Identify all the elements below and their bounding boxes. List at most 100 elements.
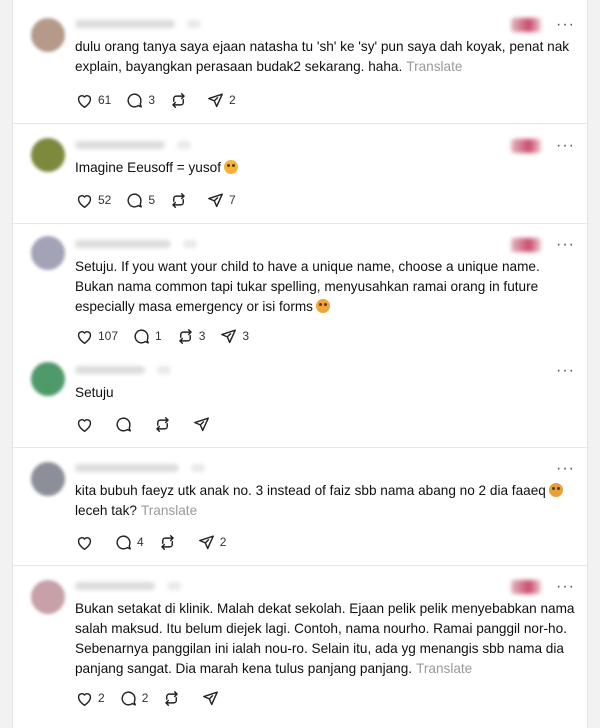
post-text: dulu orang tanya saya ejaan natasha tu '… (75, 37, 575, 77)
grimacing-emoji-icon (315, 299, 330, 313)
action-bar: 61 3 2 (75, 90, 250, 110)
post-body-tail: leceh tak? (75, 503, 137, 518)
heart-icon (77, 94, 92, 108)
more-options-icon[interactable]: ··· (556, 363, 575, 379)
repost-icon (178, 328, 192, 344)
like-button[interactable]: 107 (75, 327, 118, 346)
heart-icon (77, 330, 92, 344)
post-body: dulu orang tanya saya ejaan natasha tu '… (75, 39, 570, 74)
username-blurred[interactable] (75, 366, 171, 374)
reply-count: 4 (137, 535, 144, 549)
username-blurred[interactable] (75, 464, 205, 472)
avatar[interactable] (31, 236, 65, 270)
share-button[interactable] (192, 415, 211, 434)
reply-post: ··· dulu orang tanya saya ejaan natasha … (13, 0, 587, 124)
translate-link[interactable]: Translate (141, 503, 197, 518)
reply-button[interactable]: 5 (125, 191, 155, 210)
heart-icon (77, 194, 92, 208)
username-blurred[interactable] (75, 240, 197, 248)
repost-button[interactable] (169, 191, 192, 210)
comment-icon (121, 690, 136, 706)
repost-icon (172, 192, 185, 208)
comment-icon (127, 92, 143, 108)
share-count: 7 (229, 193, 236, 207)
more-options-icon[interactable]: ··· (556, 17, 575, 33)
post-body: Imagine Eeusoff = yusof (75, 160, 221, 175)
repost-icon (156, 416, 169, 432)
post-text: Setuju. If you want your child to have a… (75, 257, 575, 317)
reply-button[interactable] (114, 415, 133, 434)
username-blurred[interactable] (75, 20, 201, 28)
repost-button[interactable] (153, 415, 172, 434)
post-text: Imagine Eeusoff = yusof (75, 158, 575, 178)
like-button[interactable]: 2 (75, 689, 105, 708)
comment-icon (116, 416, 131, 432)
reply-button[interactable]: 4 (114, 533, 144, 552)
like-button[interactable] (75, 533, 94, 552)
timestamp-blurred (511, 238, 541, 252)
username-blurred[interactable] (75, 141, 191, 149)
reply-button[interactable]: 3 (125, 91, 155, 110)
like-button[interactable] (75, 415, 94, 434)
share-count: 3 (242, 329, 250, 343)
send-icon (208, 92, 223, 107)
timestamp-blurred (511, 139, 541, 153)
send-icon (198, 534, 214, 549)
reply-count: 5 (148, 193, 156, 207)
avatar[interactable] (31, 462, 65, 496)
avatar[interactable] (31, 138, 65, 172)
more-options-icon[interactable]: ··· (556, 461, 575, 477)
reply-button[interactable]: 1 (132, 327, 162, 346)
send-icon (194, 416, 209, 431)
comment-icon (134, 328, 149, 344)
share-button[interactable]: 7 (206, 191, 236, 210)
repost-button[interactable] (169, 91, 192, 110)
username-blurred[interactable] (75, 582, 181, 590)
share-button[interactable]: 3 (219, 327, 249, 346)
reply-button[interactable]: 2 (119, 689, 149, 708)
reply-count: 3 (148, 93, 156, 107)
more-options-icon[interactable]: ··· (556, 237, 575, 253)
translate-link[interactable]: Translate (406, 59, 462, 74)
comment-icon (127, 192, 143, 208)
repost-button[interactable]: 3 (176, 327, 205, 346)
share-count: 2 (219, 535, 227, 549)
reply-post: ··· Setuju (13, 354, 587, 448)
post-body: Bukan setakat di klinik. Malah dekat sek… (75, 601, 575, 676)
like-count: 52 (98, 193, 112, 207)
share-button[interactable]: 2 (206, 91, 236, 110)
like-button[interactable]: 52 (75, 191, 111, 210)
repost-icon (160, 534, 174, 550)
timestamp-blurred (511, 18, 541, 32)
heart-icon (77, 418, 92, 432)
comment-icon (116, 534, 131, 550)
reply-count: 1 (155, 329, 162, 343)
reply-count: 2 (141, 691, 149, 705)
heart-icon (77, 692, 92, 706)
share-button[interactable]: 2 (197, 533, 227, 552)
crying-emoji-icon (548, 483, 563, 497)
repost-icon (172, 92, 185, 108)
action-bar: 4 2 (75, 532, 240, 552)
send-icon (221, 328, 237, 343)
action-bar: 107 1 3 3 (75, 326, 263, 346)
translate-link[interactable]: Translate (416, 661, 472, 676)
repost-button[interactable] (158, 533, 177, 552)
avatar[interactable] (31, 580, 65, 614)
repost-button[interactable] (162, 689, 181, 708)
action-bar: 52 5 7 (75, 190, 250, 210)
post-body: Setuju. If you want your child to have a… (75, 259, 540, 314)
avatar[interactable] (31, 362, 65, 396)
repost-icon (165, 690, 179, 706)
like-count: 107 (98, 329, 119, 343)
like-button[interactable]: 61 (75, 91, 111, 110)
more-options-icon[interactable]: ··· (556, 138, 575, 154)
send-icon (203, 690, 219, 705)
laughing-emoji-icon (223, 160, 238, 174)
send-icon (208, 192, 223, 207)
more-options-icon[interactable]: ··· (556, 579, 575, 595)
action-bar: 2 2 (75, 688, 240, 708)
post-text: Bukan setakat di klinik. Malah dekat sek… (75, 599, 575, 679)
share-button[interactable] (201, 689, 220, 708)
avatar[interactable] (31, 18, 65, 52)
